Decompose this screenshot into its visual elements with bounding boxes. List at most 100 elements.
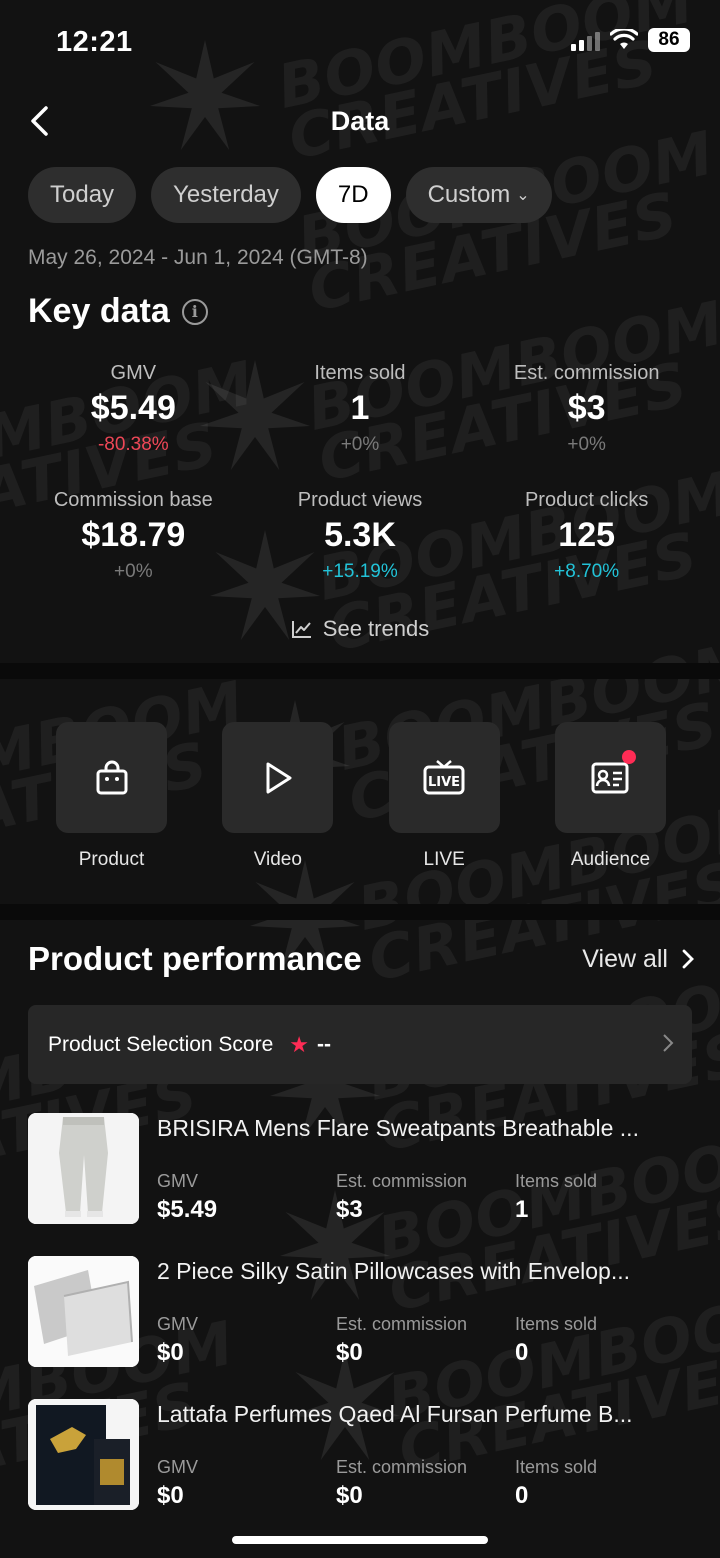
metrics-row: GMV $5.49 -80.38% Items sold 1 +0% Est. … [20,362,700,456]
stat-value: $0 [157,1339,184,1366]
metric-gmv[interactable]: GMV $5.49 -80.38% [20,362,247,456]
tab-7d[interactable]: 7D [315,167,391,223]
stat-label: Est. commission [336,1314,468,1334]
metric-change: -80.38% [97,434,169,455]
id-card-icon [591,762,629,793]
tab-today[interactable]: Today [28,167,137,223]
metric-change: +0% [340,434,380,455]
page-header: Data [0,96,720,148]
product-row[interactable]: BRISIRA Mens Flare Sweatpants Breathable… [28,1113,692,1225]
stat-value: 0 [515,1339,529,1366]
score-value: -- [317,1032,332,1056]
section-divider [0,904,720,920]
metric-est-commission[interactable]: Est. commission $3 +0% [473,362,700,456]
quick-entries: Product Video LIVE LIVE Audience [56,722,666,871]
date-range-text: May 26, 2024 - Jun 1, 2024 (GMT-8) [28,246,368,269]
entry-audience[interactable]: Audience [554,722,666,871]
stat-value: $0 [336,1482,363,1509]
cellular-signal-icon [571,29,600,51]
view-all-link[interactable]: View all [582,945,694,974]
home-indicator[interactable] [232,1536,488,1544]
stat-label: Items sold [515,1314,598,1334]
page-title: Data [330,106,390,136]
stat-label: GMV [157,1314,199,1334]
entry-label: Audience [570,849,651,870]
tab-label: 7D [337,181,369,208]
wifi-icon [610,29,638,49]
shopping-bag-icon [96,760,127,794]
product-thumbnail [28,1256,139,1367]
battery-indicator: 86 [648,28,690,52]
tab-custom[interactable]: Custom ⌄ [405,167,552,223]
date-filter-tabs: Today Yesterday 7D Custom ⌄ [28,167,552,223]
key-data-heading: Key data i [28,292,208,331]
metric-value: $3 [567,389,606,427]
stat-value: $5.49 [157,1196,218,1223]
metrics-row: Commission base $18.79 +0% Product views… [20,489,700,583]
product-name: BRISIRA Mens Flare Sweatpants Breathable… [157,1115,639,1141]
metric-value: 1 [350,389,370,427]
stat-label: Items sold [515,1171,598,1191]
entry-label: Video [253,849,302,870]
chevron-down-icon: ⌄ [516,187,530,204]
view-all-label: View all [582,944,668,973]
section-title: Product performance [28,940,362,977]
status-bar: 12:21 86 [0,0,720,86]
metric-label: Commission base [53,489,213,511]
sweatpants-image [28,1113,139,1224]
product-selection-score[interactable]: Product Selection Score ★ -- [28,1005,692,1084]
product-row[interactable]: 2 Piece Silky Satin Pillowcases with Env… [28,1256,692,1368]
metric-change: +15.19% [322,561,398,582]
stat-label: Est. commission [336,1171,468,1191]
live-tv-icon: LIVE [423,759,465,794]
metric-change: +0% [114,561,153,582]
metric-label: Items sold [314,362,406,384]
metric-value: $5.49 [90,389,176,427]
tab-yesterday[interactable]: Yesterday [151,167,301,223]
metric-label: Product clicks [524,489,649,511]
stat-value: 1 [515,1196,529,1223]
section-divider [0,663,720,679]
entry-live[interactable]: LIVE LIVE [388,722,500,871]
metric-change: +8.70% [554,561,620,582]
stat-value: 0 [515,1482,529,1509]
metric-product-clicks[interactable]: Product clicks 125 +8.70% [473,489,700,583]
stat-value: $0 [336,1339,363,1366]
status-time: 12:21 [56,26,133,58]
entry-video[interactable]: Video [222,722,334,871]
tab-label: Yesterday [173,181,279,208]
product-thumbnail [28,1399,139,1510]
chevron-right-icon [663,1034,674,1052]
metric-value: 125 [558,516,616,554]
entry-product[interactable]: Product [56,722,167,871]
perfume-box-image [28,1399,139,1510]
chevron-right-icon [682,949,694,969]
metric-items-sold[interactable]: Items sold 1 +0% [247,362,474,456]
metric-commission-base[interactable]: Commission base $18.79 +0% [20,489,247,583]
metric-value: $18.79 [81,516,186,554]
entry-label: LIVE [423,849,465,870]
metric-label: Product views [297,489,423,511]
metric-label: GMV [110,362,157,384]
stat-label: GMV [157,1171,199,1191]
product-name: 2 Piece Silky Satin Pillowcases with Env… [157,1258,630,1284]
metric-value: 5.3K [324,516,396,554]
stat-value: $3 [336,1196,363,1223]
stat-value: $0 [157,1482,184,1509]
stat-label: Est. commission [336,1457,468,1477]
metric-label: Est. commission [513,362,660,384]
product-row[interactable]: Lattafa Perfumes Qaed Al Fursan Perfume … [28,1399,692,1511]
pillowcase-image [28,1256,139,1367]
key-data-title: Key data [28,292,170,330]
metric-product-views[interactable]: Product views 5.3K +15.19% [247,489,474,583]
score-label: Product Selection Score [48,1032,274,1056]
play-icon [266,762,292,793]
product-thumbnail [28,1113,139,1224]
notification-dot [621,750,636,764]
see-trends-link[interactable]: See trends [0,616,720,642]
svg-text:LIVE: LIVE [428,775,460,790]
product-performance-header: Product performance View all [28,940,694,978]
product-name: Lattafa Perfumes Qaed Al Fursan Perfume … [157,1401,633,1427]
stat-label: Items sold [515,1457,598,1477]
info-icon[interactable]: i [181,298,208,325]
